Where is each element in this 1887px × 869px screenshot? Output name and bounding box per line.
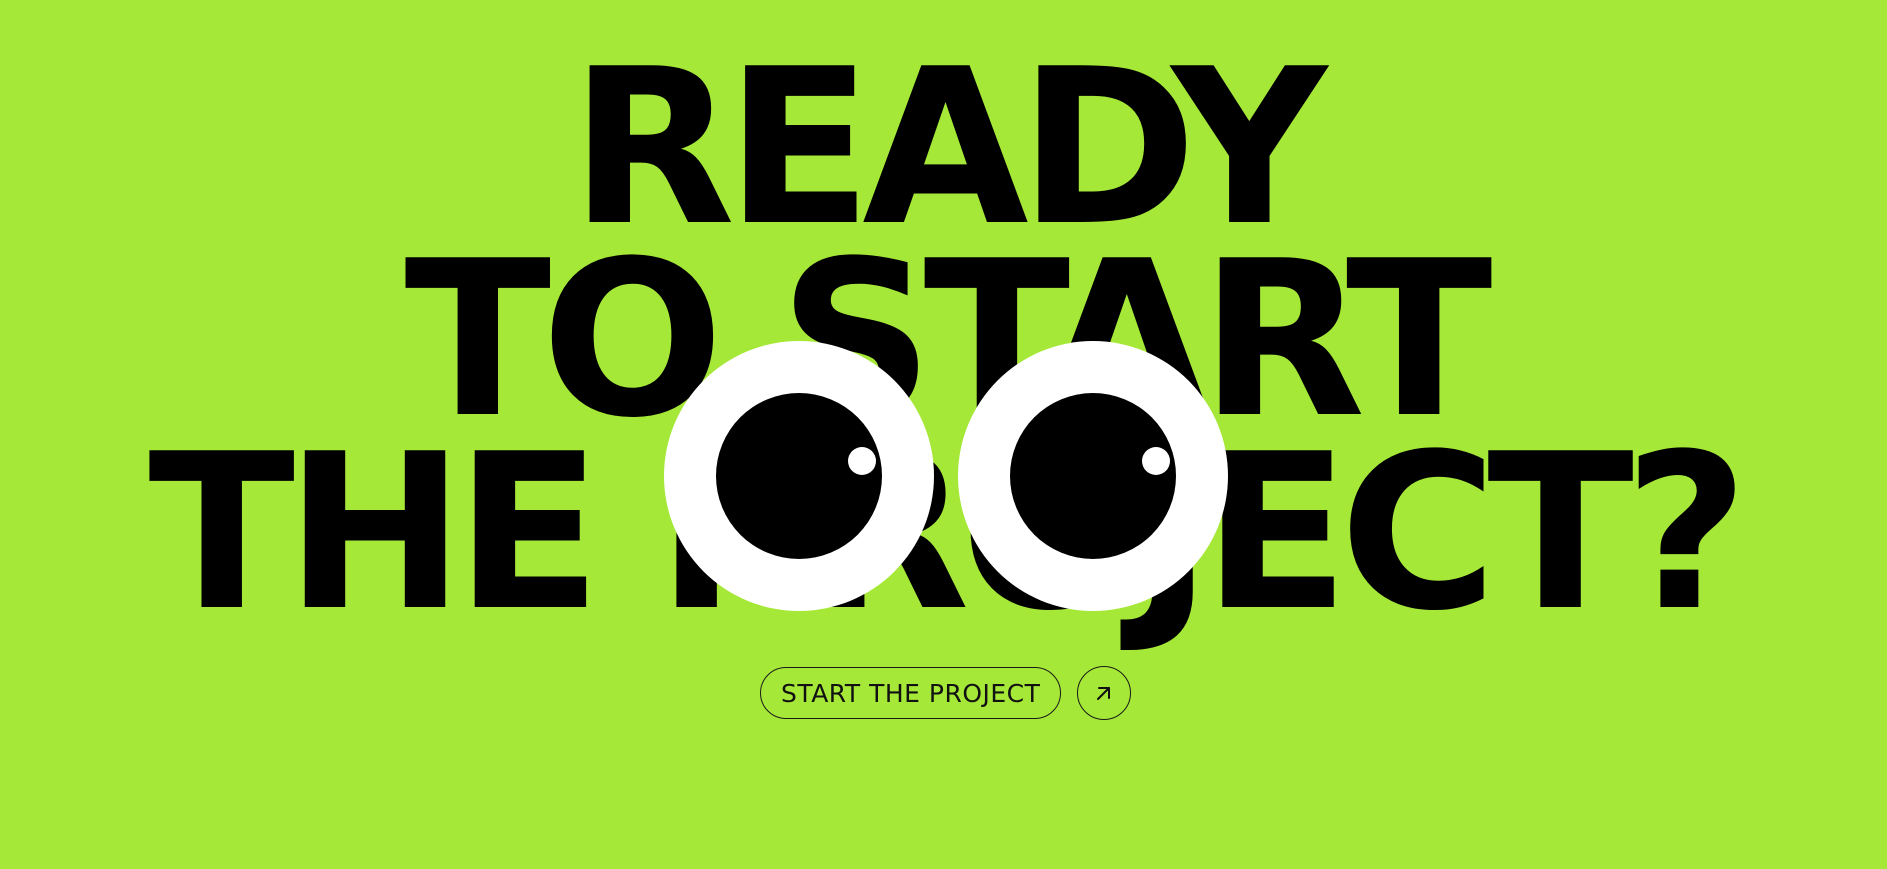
start-project-arrow-button[interactable] [1077,666,1132,720]
headline: READY TO START THE PROJECT? [0,0,1887,640]
start-project-button-label: START THE PROJECT [781,678,1041,708]
headline-line-1: READY [569,22,1327,273]
right-eye-glint [1142,447,1170,475]
cta-group: START THE PROJECT [760,666,1132,720]
right-pupil [1010,393,1176,559]
page: READY TO START THE PROJECT? START THE PR… [0,0,1887,869]
headline-line-2: TO START [404,214,1492,465]
left-eye [664,341,934,611]
left-pupil [716,393,882,559]
start-project-button[interactable]: START THE PROJECT [760,667,1062,719]
arrow-up-right-icon [1094,683,1114,703]
headline-line-3: THE PROJECT? [148,407,1748,658]
right-eye [958,341,1228,611]
left-eye-glint [848,447,876,475]
